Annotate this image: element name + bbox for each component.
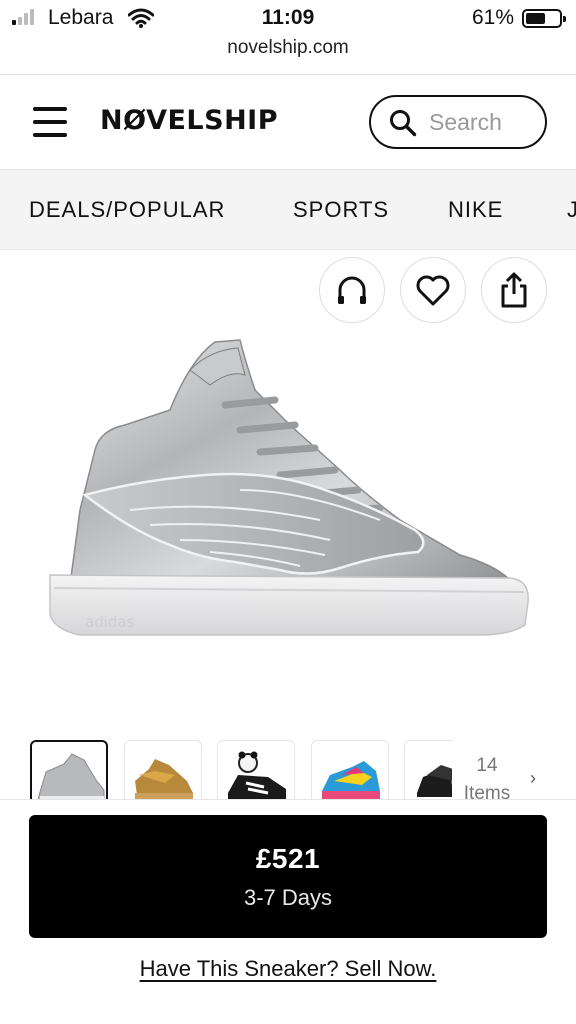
buy-button[interactable]: £521 3-7 Days	[29, 815, 547, 938]
support-button[interactable]	[319, 257, 385, 323]
thumbnail-strip: 14 Items ›	[0, 738, 576, 800]
headphones-icon	[338, 276, 366, 304]
thumbnail-panda[interactable]	[217, 740, 295, 800]
chevron-right-icon[interactable]: ›	[530, 768, 536, 789]
thumbnail-multicolor[interactable]	[311, 740, 389, 800]
category-nav: DEALS/POPULAR SPORTS NIKE J	[0, 170, 576, 249]
battery-percent: 61%	[471, 6, 514, 29]
divider	[0, 249, 576, 250]
address-bar-url[interactable]: novelship.com	[0, 37, 576, 59]
site-logo[interactable]: NØVELSHIP	[100, 105, 278, 136]
search-input[interactable]	[429, 109, 539, 136]
hamburger-menu-icon[interactable]	[33, 107, 67, 137]
share-icon	[501, 272, 527, 308]
product-image[interactable]: adidas	[40, 330, 540, 670]
category-deals-popular[interactable]: DEALS/POPULAR	[29, 197, 225, 223]
wishlist-button[interactable]	[400, 257, 466, 323]
category-sports[interactable]: SPORTS	[293, 197, 389, 223]
site-header: NØVELSHIP	[0, 75, 576, 170]
heart-icon	[416, 275, 450, 306]
divider	[0, 799, 576, 800]
category-nike[interactable]: NIKE	[448, 197, 503, 223]
thumbnail-silver[interactable]	[30, 740, 108, 800]
more-items-label: Items	[463, 783, 511, 800]
status-bar: Lebara 11:09 61%	[0, 0, 576, 36]
search-icon	[390, 110, 417, 137]
brand-mark: adidas	[85, 613, 135, 631]
sell-now-link[interactable]: Have This Sneaker? Sell Now.	[0, 956, 576, 982]
thumbnail-black[interactable]	[404, 740, 452, 800]
search-box[interactable]	[369, 95, 547, 149]
share-button[interactable]	[481, 257, 547, 323]
category-truncated[interactable]: J	[567, 197, 576, 223]
more-items-number: 14	[476, 755, 498, 776]
thumbnail-gold[interactable]	[124, 740, 202, 800]
more-items-count[interactable]: 14 Items	[452, 752, 522, 800]
delivery-time: 3-7 Days	[243, 885, 333, 910]
sneaker-image: adidas	[49, 339, 529, 636]
price: £521	[255, 843, 321, 874]
battery-icon	[522, 9, 566, 28]
